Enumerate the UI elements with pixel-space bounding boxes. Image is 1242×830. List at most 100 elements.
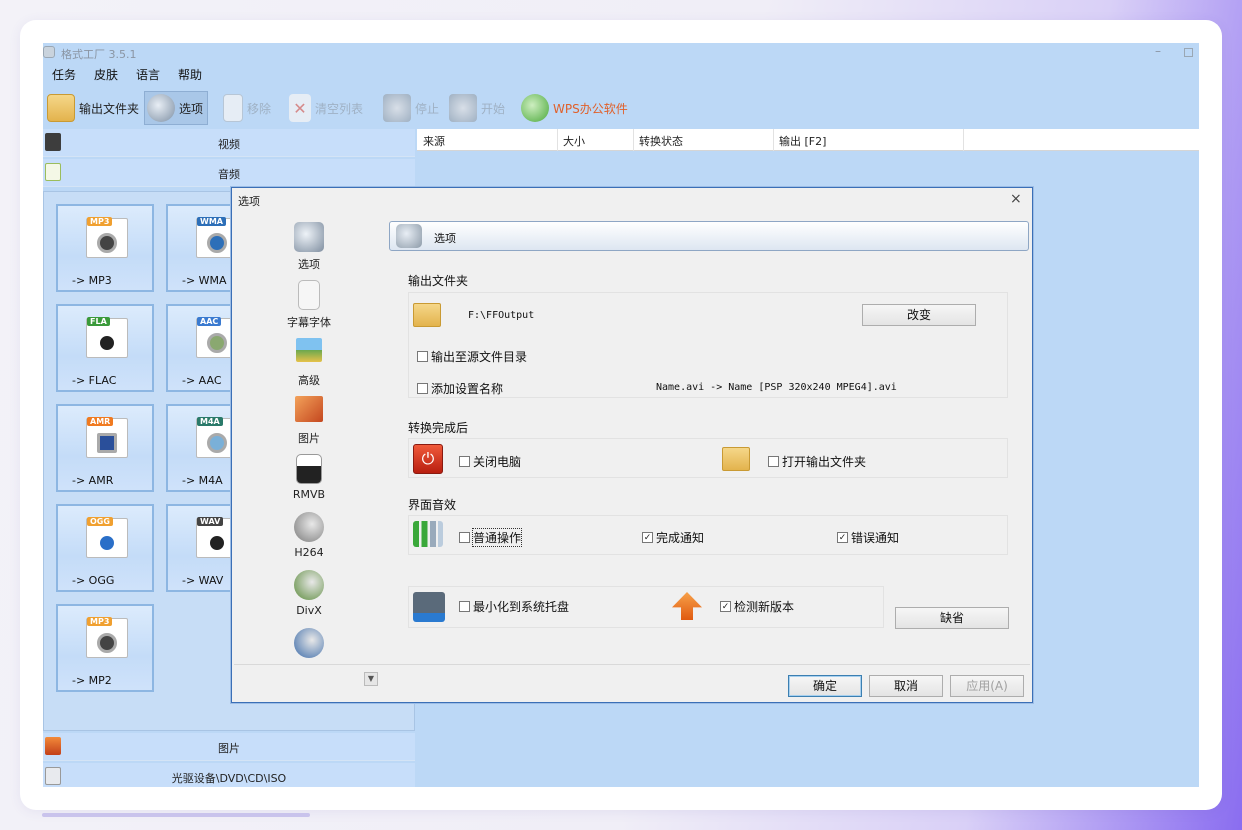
stop-icon (383, 94, 411, 122)
after-convert-section-title: 转换完成后 (408, 421, 469, 435)
document-icon (298, 280, 320, 310)
open-output-folder-checkbox[interactable]: 打开输出文件夹 (768, 453, 866, 470)
dialog-title: 选项 (238, 195, 260, 208)
mp3-file-icon: MP3 (86, 217, 128, 258)
mp2-file-icon: MP3 (86, 617, 128, 658)
start-icon (449, 94, 477, 122)
document-icon (223, 94, 243, 122)
minimize-tray-checkbox[interactable]: 最小化到系统托盘 (459, 598, 569, 615)
gear-icon (294, 222, 324, 252)
nav-divx[interactable]: DivX (234, 566, 384, 620)
name-example: Name.avi -> Name [PSP 320x240 MPEG4].avi (656, 382, 897, 393)
default-button[interactable]: 缺省 (895, 607, 1009, 629)
nav-advanced[interactable]: 高级 (234, 334, 384, 388)
horizontal-scroll-hint (42, 813, 310, 817)
folder-icon (413, 303, 441, 327)
shutdown-checkbox[interactable]: 关闭电脑 (459, 453, 521, 470)
category-audio[interactable]: 音频 (43, 159, 415, 187)
minimize-icon[interactable]: – (1155, 44, 1161, 58)
tile-amr[interactable]: AMR -> AMR (56, 404, 154, 492)
window-title: 格式工厂 3.5.1 (61, 48, 137, 61)
options-button[interactable]: 选项 (144, 91, 209, 125)
wps-label: WPS办公软件 (553, 101, 628, 116)
nav-picture[interactable]: 图片 (234, 392, 384, 446)
tile-mp2[interactable]: MP3 -> MP2 (56, 604, 154, 692)
add-setting-name-checkbox[interactable]: 添加设置名称 (417, 380, 503, 397)
ui-sound-section-title: 界面音效 (408, 498, 457, 512)
tile-ogg[interactable]: OGG -> OGG (56, 504, 154, 592)
column-status[interactable]: 转换状态 (639, 133, 683, 149)
normal-op-checkbox[interactable]: 普通操作 (459, 528, 523, 547)
start-label: 开始 (481, 101, 506, 116)
nav-subtitle-font[interactable]: 字幕字体 (234, 276, 384, 330)
nav-rmvb[interactable]: RMVB (234, 450, 384, 504)
volume-bars-icon (413, 521, 443, 547)
dialog-footer-divider (234, 664, 1030, 665)
output-to-source-checkbox[interactable]: 输出至源文件目录 (417, 348, 527, 365)
options-nav: 选项 字幕字体 高级 图片 RMVB H264 DivX ▼ (234, 216, 384, 686)
folder-icon (722, 447, 750, 471)
options-label: 选项 (179, 101, 204, 116)
maximize-icon[interactable] (1184, 48, 1193, 57)
remove-button[interactable]: 移除 (223, 91, 271, 125)
wps-icon (521, 94, 549, 122)
tile-flac[interactable]: FLA -> FLAC (56, 304, 154, 392)
menu-task[interactable]: 任务 (52, 65, 76, 85)
nav-options[interactable]: 选项 (234, 218, 384, 272)
stop-button[interactable]: 停止 (383, 91, 439, 125)
apply-button[interactable]: 应用(A) (950, 675, 1024, 697)
close-icon[interactable]: × (1010, 191, 1022, 207)
category-picture[interactable]: 图片 (43, 733, 415, 761)
ogg-file-icon: OGG (86, 517, 128, 558)
column-source[interactable]: 来源 (423, 133, 445, 149)
app-icon (43, 46, 55, 58)
menu-bar: 任务 皮肤 语言 帮助 (43, 65, 211, 85)
clear-list-button[interactable]: ✕ 清空列表 (289, 91, 363, 125)
error-notify-checkbox[interactable]: ✓ 错误通知 (837, 529, 899, 546)
remove-label: 移除 (247, 101, 272, 116)
picture-icon (295, 396, 323, 422)
start-button[interactable]: 开始 (449, 91, 505, 125)
clapperboard-icon (296, 454, 322, 484)
flac-file-icon: FLA (86, 317, 128, 358)
film-reel-icon (294, 512, 324, 542)
menu-skin[interactable]: 皮肤 (94, 65, 118, 85)
nav-more[interactable] (234, 624, 384, 660)
nav-scroll-down-icon[interactable]: ▼ (364, 672, 378, 686)
menu-language[interactable]: 语言 (136, 65, 160, 85)
landscape-icon (296, 338, 322, 362)
system-tray-icon (413, 592, 445, 622)
power-icon: ⏻ (413, 444, 443, 474)
column-output[interactable]: 输出 [F2] (779, 133, 826, 149)
gear-icon (147, 94, 175, 122)
output-folder-label: 输出文件夹 (79, 101, 140, 116)
column-size[interactable]: 大小 (563, 133, 585, 149)
film-reel-icon (294, 628, 324, 658)
check-update-checkbox[interactable]: ✓ 检测新版本 (720, 598, 794, 615)
menu-help[interactable]: 帮助 (178, 65, 202, 85)
clear-list-label: 清空列表 (315, 101, 364, 116)
output-folder-button[interactable]: 输出文件夹 (47, 91, 139, 125)
amr-file-icon: AMR (86, 417, 128, 458)
change-button[interactable]: 改变 (862, 304, 976, 326)
nav-h264[interactable]: H264 (234, 508, 384, 562)
film-reel-icon (294, 570, 324, 600)
category-video[interactable]: 视频 (43, 129, 415, 157)
stop-label: 停止 (415, 101, 440, 116)
output-path: F:\FFOutput (468, 310, 535, 321)
folder-icon (47, 94, 75, 122)
gear-icon (396, 224, 422, 248)
output-folder-section-title: 输出文件夹 (408, 274, 469, 288)
title-bar: 格式工厂 3.5.1 – (43, 43, 1199, 63)
clear-x-icon: ✕ (289, 94, 311, 122)
options-dialog: 选项 × 选项 字幕字体 高级 图片 RMVB H264 DivX ▼ 选项 输… (231, 187, 1033, 703)
category-rom[interactable]: 光驱设备\DVD\CD\ISO (43, 763, 415, 787)
panel-header: 选项 (389, 221, 1029, 251)
cancel-button[interactable]: 取消 (869, 675, 943, 697)
complete-notify-checkbox[interactable]: ✓ 完成通知 (642, 529, 704, 546)
task-list-header: 来源 大小 转换状态 输出 [F2] (417, 129, 1199, 151)
tile-mp3[interactable]: MP3 -> MP3 (56, 204, 154, 292)
wps-button[interactable]: WPS办公软件 (521, 91, 628, 125)
toolbar: 输出文件夹 选项 移除 ✕ 清空列表 停止 开始 WPS办公软件 (43, 89, 1199, 127)
ok-button[interactable]: 确定 (788, 675, 862, 697)
